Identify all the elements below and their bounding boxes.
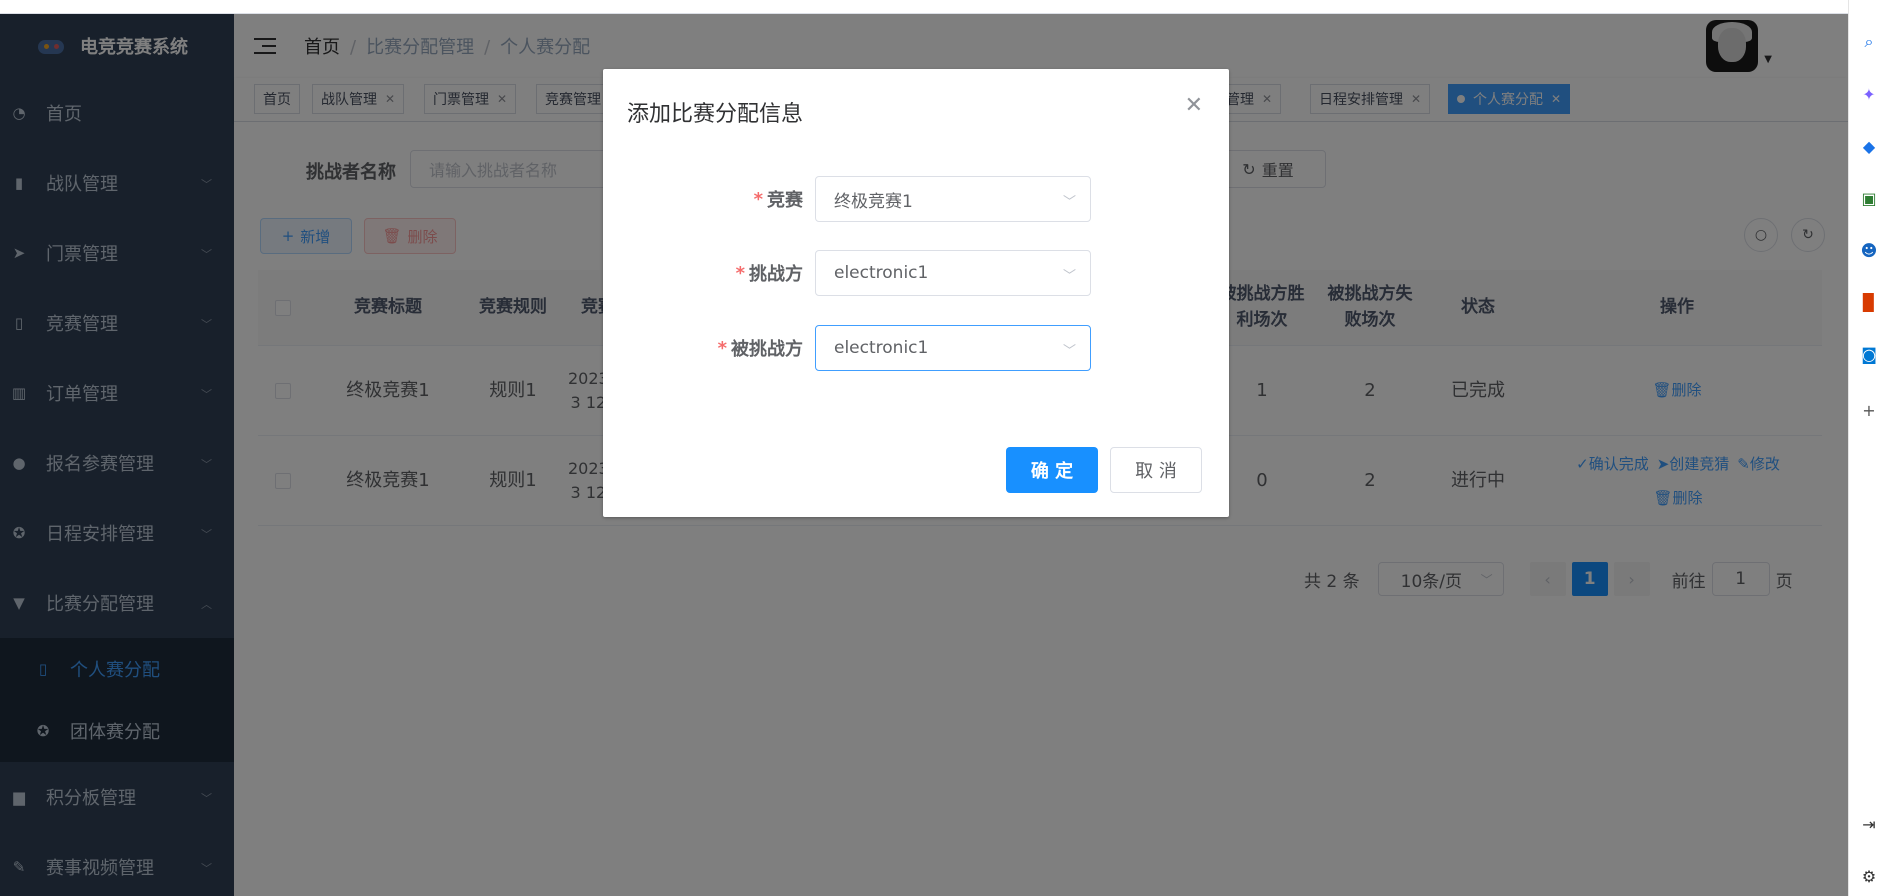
- browser-top-strip: [0, 0, 1848, 14]
- select-value: 终极竞赛1: [834, 191, 913, 212]
- label-text: 竞赛: [767, 190, 803, 211]
- tag-icon[interactable]: ◆: [1859, 136, 1879, 156]
- plus-icon[interactable]: +: [1859, 400, 1879, 420]
- toolbox-icon[interactable]: ▣: [1859, 188, 1879, 208]
- form-label-challenged: * 被挑战方: [718, 325, 803, 371]
- search-icon[interactable]: ⌕: [1859, 32, 1879, 52]
- chevron-down-icon: ﹀: [1062, 344, 1076, 359]
- panel-exit-icon[interactable]: ⇥: [1859, 814, 1879, 834]
- chevron-down-icon: ﹀: [1062, 195, 1076, 210]
- label-text: 被挑战方: [731, 339, 803, 360]
- chevron-down-icon: ﹀: [1062, 269, 1076, 284]
- cancel-button[interactable]: 取 消: [1110, 447, 1202, 493]
- gear-icon[interactable]: ⚙: [1859, 866, 1879, 886]
- challenged-select[interactable]: electronic1 ﹀: [815, 325, 1091, 371]
- form-row-challenged: * 被挑战方 electronic1 ﹀: [603, 325, 1229, 371]
- outlook-icon[interactable]: ◙: [1859, 344, 1879, 364]
- people-icon[interactable]: ☻: [1859, 240, 1879, 260]
- challenger-select[interactable]: electronic1 ﹀: [815, 250, 1091, 296]
- add-assignment-dialog: 添加比赛分配信息 ✕ * 竞赛 终极竞赛1 ﹀ * 挑战方 electronic1 ﹀ …: [603, 69, 1229, 517]
- select-value: electronic1: [834, 338, 929, 358]
- browser-side-panel: ⌕ ✦ ◆ ▣ ☻ ▉ ◙ + ⇥ ⚙: [1848, 0, 1888, 896]
- select-value: electronic1: [834, 263, 929, 283]
- contest-select[interactable]: 终极竞赛1 ﹀: [815, 176, 1091, 222]
- form-label-challenger: * 挑战方: [736, 250, 803, 296]
- label-text: 挑战方: [749, 264, 803, 285]
- close-icon[interactable]: ✕: [1185, 93, 1203, 118]
- form-row-contest: * 竞赛 终极竞赛1 ﹀: [603, 176, 1229, 222]
- office-icon[interactable]: ▉: [1859, 292, 1879, 312]
- dialog-title: 添加比赛分配信息: [627, 102, 804, 127]
- sparkle-icon[interactable]: ✦: [1859, 84, 1879, 104]
- form-label-contest: * 竞赛: [754, 176, 803, 222]
- form-row-challenger: * 挑战方 electronic1 ﹀: [603, 250, 1229, 296]
- confirm-button[interactable]: 确 定: [1006, 447, 1098, 493]
